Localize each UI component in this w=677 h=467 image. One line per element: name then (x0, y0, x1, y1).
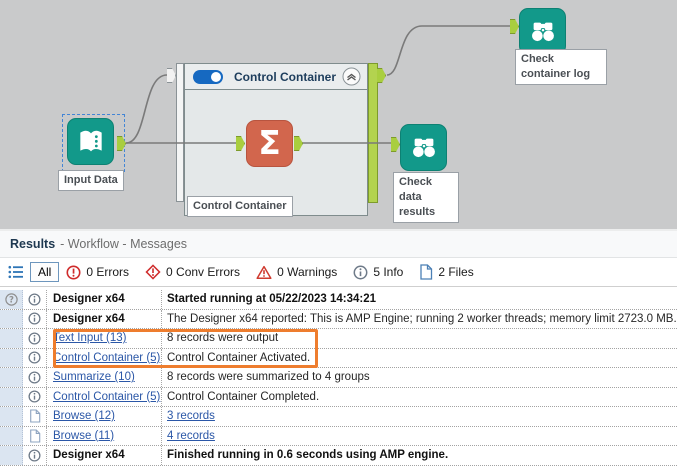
messages-table: ? Designer x64 Started running at 05/22/… (0, 290, 677, 466)
warning-triangle-icon (256, 265, 272, 280)
message-tool: Designer x64 (47, 446, 162, 465)
workflow-canvas[interactable]: Control Container Input Data (0, 0, 677, 229)
filter-info[interactable]: 5 Info (353, 265, 403, 280)
results-toolbar: All 0 Errors 0 Conv Errors 0 Warnings (0, 258, 677, 287)
message-row[interactable]: Browse (11) 4 records (0, 427, 677, 447)
browse-container-log-label: Check container log (515, 49, 607, 85)
info-circle-icon (28, 293, 41, 306)
list-view-icon[interactable] (6, 262, 26, 282)
sigma-icon: Σ (258, 126, 281, 162)
filter-errors[interactable]: 0 Errors (66, 265, 129, 280)
browse-container-log-tool[interactable] (519, 8, 566, 55)
message-tool: Designer x64 (47, 290, 162, 309)
results-header: Results - Workflow - Messages (0, 231, 677, 258)
file-icon (419, 264, 433, 280)
info-circle-icon (28, 332, 41, 345)
info-circle-icon (28, 312, 41, 325)
info-circle-icon (28, 449, 41, 462)
help-circle-icon[interactable]: ? (5, 293, 18, 306)
message-text: Finished running in 0.6 seconds using AM… (162, 446, 677, 465)
results-panel: Results - Workflow - Messages All 0 Erro… (0, 229, 677, 467)
message-tool: Designer x64 (47, 310, 162, 329)
file-icon (29, 409, 41, 423)
message-tool-link[interactable]: Browse (11) (53, 430, 114, 442)
info-circle-icon (28, 371, 41, 384)
error-circle-icon (66, 265, 81, 280)
message-text: Control Container Activated. (162, 349, 677, 368)
message-row[interactable]: Designer x64 The Designer x64 reported: … (0, 310, 677, 330)
filter-errors-label: 0 Errors (86, 265, 129, 279)
message-row[interactable]: Text Input (13) 8 records were output (0, 329, 677, 349)
filter-files-label: 2 Files (438, 265, 473, 279)
browse-data-results-label: Check data results (393, 172, 459, 223)
message-row[interactable]: Summarize (10) 8 records were summarized… (0, 368, 677, 388)
message-tool-link[interactable]: Control Container (5) (53, 391, 160, 403)
message-text: Started running at 05/22/2023 14:34:21 (162, 290, 677, 309)
info-circle-icon (353, 265, 368, 280)
summarize-tool[interactable]: Σ (246, 120, 293, 167)
message-text: 8 records were output (162, 329, 677, 348)
results-breadcrumb: - Workflow - Messages (60, 237, 187, 251)
file-icon (29, 429, 41, 443)
message-text: Control Container Completed. (162, 388, 677, 407)
message-text: The Designer x64 reported: This is AMP E… (162, 310, 677, 329)
info-circle-icon (28, 390, 41, 403)
browse-data-results-tool[interactable] (400, 124, 447, 171)
message-row[interactable]: Designer x64 Finished running in 0.6 sec… (0, 446, 677, 466)
input-data-label: Input Data (58, 170, 124, 191)
control-container-caption: Control Container (187, 196, 293, 217)
filter-warnings-label: 0 Warnings (277, 265, 337, 279)
info-circle-icon (28, 351, 41, 364)
message-text: 8 records were summarized to 4 groups (162, 368, 677, 387)
message-tool-link[interactable]: Browse (12) (53, 410, 115, 422)
message-row[interactable]: Control Container (5) Control Container … (0, 388, 677, 408)
binoculars-icon (527, 17, 559, 47)
message-records-link[interactable]: 4 records (167, 430, 215, 442)
filter-conv-errors-label: 0 Conv Errors (166, 265, 240, 279)
message-records-link[interactable]: 3 records (167, 410, 215, 422)
input-data-tool[interactable] (67, 118, 114, 165)
results-title: Results (10, 237, 55, 251)
input-data-book-icon (74, 126, 108, 158)
message-row[interactable]: Control Container (5) Control Container … (0, 349, 677, 369)
message-tool-link[interactable]: Summarize (10) (53, 371, 135, 383)
filter-files[interactable]: 2 Files (419, 264, 473, 280)
message-tool-link[interactable]: Control Container (5) (53, 352, 160, 364)
message-row[interactable]: ? Designer x64 Started running at 05/22/… (0, 290, 677, 310)
filter-all-button[interactable]: All (30, 262, 59, 282)
conv-error-diamond-icon (145, 264, 161, 280)
filter-info-label: 5 Info (373, 265, 403, 279)
svg-text:?: ? (9, 295, 14, 305)
message-tool-link[interactable]: Text Input (13) (53, 332, 127, 344)
filter-conv-errors[interactable]: 0 Conv Errors (145, 264, 240, 280)
message-row[interactable]: Browse (12) 3 records (0, 407, 677, 427)
filter-warnings[interactable]: 0 Warnings (256, 265, 337, 280)
binoculars-icon (408, 133, 440, 163)
